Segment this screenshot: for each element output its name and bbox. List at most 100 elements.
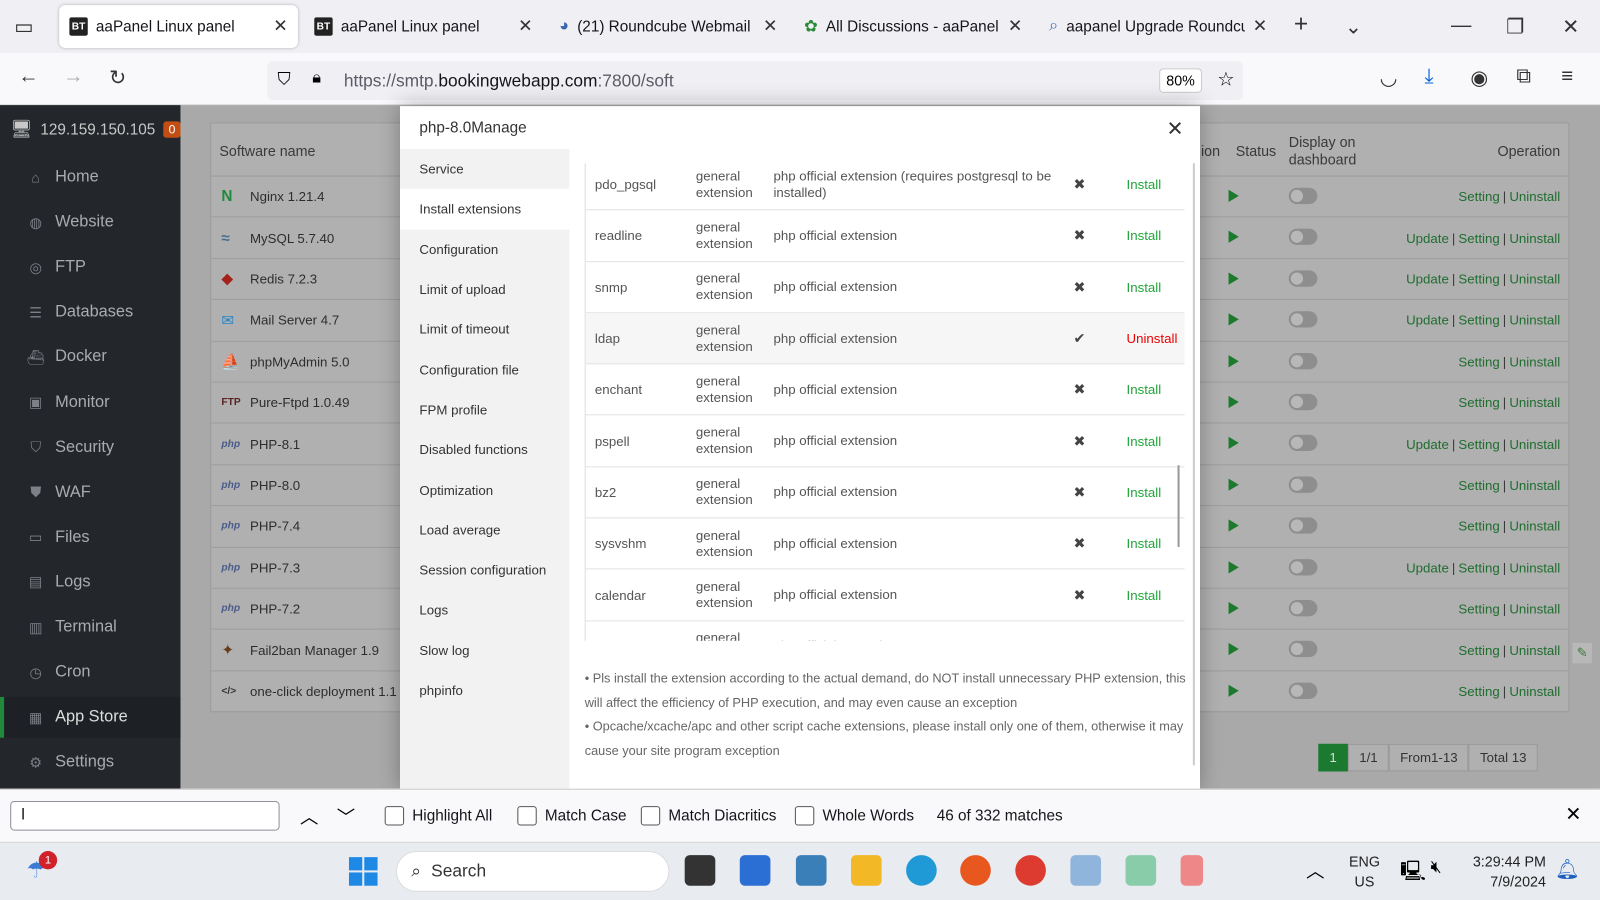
sidebar-item-monitor[interactable]: ▣ Monitor	[0, 382, 181, 423]
shield-icon[interactable]: ⛉	[278, 69, 291, 89]
install-button[interactable]: Install	[1127, 621, 1162, 641]
setting-link[interactable]: Setting	[1458, 436, 1499, 451]
tab-overview-icon[interactable]: ▭	[14, 14, 33, 40]
update-link[interactable]: Update	[1406, 230, 1449, 245]
dashboard-toggle[interactable]	[1288, 187, 1318, 205]
install-button[interactable]: Install	[1127, 570, 1162, 620]
setting-link[interactable]: Setting	[1458, 601, 1499, 616]
update-link[interactable]: Update	[1406, 436, 1449, 451]
task-view-icon[interactable]	[684, 855, 716, 886]
menu-icon[interactable]: ≡	[1561, 65, 1573, 88]
dashboard-toggle[interactable]	[1288, 352, 1318, 369]
setting-link[interactable]: Setting	[1458, 313, 1499, 328]
sidebar-item-logs[interactable]: ▤ Logs	[0, 562, 181, 603]
dashboard-toggle[interactable]	[1288, 393, 1318, 411]
update-link[interactable]: Update	[1406, 271, 1449, 286]
software-name[interactable]: PHP-7.4	[250, 519, 300, 534]
account-icon[interactable]: ◉	[1470, 65, 1488, 91]
page-1-button[interactable]: 1	[1318, 743, 1348, 772]
address-bar[interactable]: ⛉ 🔒︎ https://smtp.bookingwebapp.com:7800…	[267, 61, 1243, 100]
dashboard-toggle[interactable]	[1288, 270, 1318, 287]
close-find-bar-icon[interactable]: ✕	[1565, 803, 1581, 826]
keyboard-app-icon[interactable]	[795, 855, 827, 886]
setting-link[interactable]: Setting	[1458, 642, 1499, 657]
menu-install-extensions[interactable]: Install extensions	[399, 189, 570, 230]
close-tab-icon[interactable]: ✕	[273, 16, 288, 36]
close-tab-icon[interactable]: ✕	[1253, 16, 1268, 36]
minimize-button[interactable]: —	[1451, 14, 1471, 37]
show-hidden-icons[interactable]: ︿	[1306, 857, 1324, 884]
find-next-icon[interactable]: ﹀	[337, 803, 355, 830]
dashboard-toggle[interactable]	[1288, 599, 1318, 617]
bookmark-star-icon[interactable]: ☆	[1217, 68, 1234, 91]
uninstall-link[interactable]: Uninstall	[1509, 436, 1560, 451]
uninstall-link[interactable]: Uninstall	[1509, 478, 1560, 493]
setting-link[interactable]: Setting	[1458, 560, 1499, 575]
menu-service[interactable]: Service	[400, 149, 569, 189]
sidebar-item-security[interactable]: ⛉ Security	[0, 427, 181, 468]
reload-icon[interactable]: ↻	[109, 65, 126, 91]
tab-5[interactable]: ⌕ aapanel Upgrade Roundcube ✕	[1039, 5, 1278, 48]
setting-link[interactable]: Setting	[1458, 230, 1499, 245]
dashboard-toggle[interactable]	[1288, 228, 1318, 246]
setting-link[interactable]: Setting	[1458, 271, 1499, 286]
uninstall-link[interactable]: Uninstall	[1509, 601, 1560, 616]
vpn-icon[interactable]	[1125, 855, 1157, 886]
windows-start-icon[interactable]	[348, 857, 378, 886]
file-explorer-icon[interactable]	[851, 855, 882, 886]
back-icon[interactable]: ←	[18, 65, 38, 88]
sidebar-item-cron[interactable]: ◷ Cron	[0, 652, 181, 693]
language-indicator[interactable]: ENG US	[1349, 851, 1380, 892]
lock-icon[interactable]: 🔒︎	[312, 69, 321, 87]
sidebar-item-settings[interactable]: ⚙ Settings	[0, 742, 181, 783]
dashboard-toggle[interactable]	[1288, 517, 1318, 534]
tab-2[interactable]: BT aaPanel Linux panel ✕	[304, 5, 543, 48]
uninstall-link[interactable]: Uninstall	[1509, 519, 1560, 534]
downloads-icon[interactable]: ⤓	[1424, 65, 1433, 88]
software-name[interactable]: PHP-7.3	[250, 560, 300, 575]
menu-limit-of-timeout[interactable]: Limit of timeout	[400, 309, 569, 349]
setting-link[interactable]: Setting	[1458, 519, 1499, 534]
software-name[interactable]: Redis 7.2.3	[250, 271, 317, 286]
software-name[interactable]: Pure-Ftpd 1.0.49	[250, 395, 350, 410]
dashboard-toggle[interactable]	[1288, 641, 1318, 658]
scrollbar-track[interactable]	[1192, 163, 1195, 766]
notification-badge[interactable]: 0	[163, 121, 181, 138]
menu-disabled-functions[interactable]: Disabled functions	[400, 430, 569, 470]
dashboard-toggle[interactable]	[1288, 682, 1318, 699]
tab-3[interactable]: ◕ (21) Roundcube Webmail ✕	[549, 5, 788, 48]
setting-link[interactable]: Setting	[1458, 354, 1499, 369]
setting-link[interactable]: Setting	[1458, 189, 1499, 204]
clock[interactable]: 3:29:44 PM 7/9/2024	[1469, 851, 1546, 892]
scrollbar-thumb[interactable]	[1177, 465, 1180, 547]
sidebar-item-waf[interactable]: ⛊ WAF	[0, 472, 181, 513]
restore-button[interactable]: ❐	[1506, 14, 1524, 40]
setting-link[interactable]: Setting	[1458, 478, 1499, 493]
install-button[interactable]: Install	[1127, 416, 1162, 466]
software-name[interactable]: Nginx 1.21.4	[250, 189, 324, 204]
uninstall-button[interactable]: Uninstall	[1127, 313, 1178, 363]
install-button[interactable]: Install	[1127, 262, 1162, 312]
menu-limit-of-upload[interactable]: Limit of upload	[400, 269, 569, 309]
dashboard-toggle[interactable]	[1288, 476, 1318, 493]
software-name[interactable]: one-click deployment 1.1	[250, 684, 397, 699]
firefox-icon[interactable]	[960, 855, 991, 886]
tab-list-chevron-icon[interactable]: ⌄	[1345, 14, 1362, 40]
sidebar-item-terminal[interactable]: ▥ Terminal	[0, 607, 181, 648]
uninstall-link[interactable]: Uninstall	[1509, 230, 1560, 245]
network-icon[interactable]: 🖳︎	[1400, 857, 1426, 890]
close-window-button[interactable]: ✕	[1562, 14, 1579, 40]
resource-monitor-icon[interactable]	[1070, 855, 1102, 886]
software-name[interactable]: Mail Server 4.7	[250, 313, 339, 328]
tab-1[interactable]: BT aaPanel Linux panel ✕	[59, 5, 298, 48]
menu-phpinfo[interactable]: phpinfo	[400, 670, 569, 710]
software-name[interactable]: Fail2ban Manager 1.9	[250, 642, 379, 657]
menu-fpm-profile[interactable]: FPM profile	[400, 390, 569, 430]
sidebar-item-ftp[interactable]: ◎ FTP	[0, 247, 181, 288]
volume-muted-icon[interactable]: 🔇︎	[1431, 857, 1442, 877]
extensions-icon[interactable]: ⧉	[1516, 65, 1531, 88]
new-tab-button[interactable]: +	[1294, 10, 1308, 39]
menu-optimization[interactable]: Optimization	[400, 470, 569, 510]
close-tab-icon[interactable]: ✕	[518, 16, 533, 36]
uninstall-link[interactable]: Uninstall	[1509, 189, 1560, 204]
